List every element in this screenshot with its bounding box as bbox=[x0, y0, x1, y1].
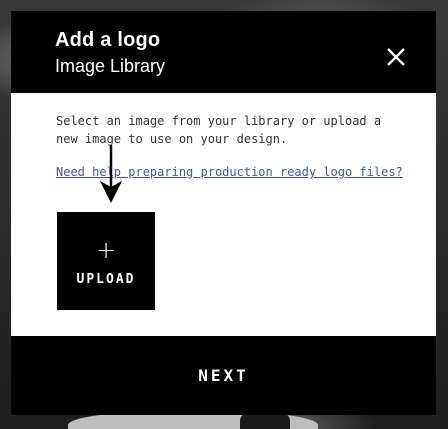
add-logo-modal: Add a logo Image Library Select an image… bbox=[11, 11, 436, 415]
modal-header: Add a logo Image Library bbox=[11, 11, 436, 93]
modal-subtitle: Image Library bbox=[55, 56, 166, 76]
modal-description: Select an image from your library or upl… bbox=[56, 114, 382, 146]
close-button[interactable] bbox=[386, 47, 406, 67]
modal-body: Select an image from your library or upl… bbox=[11, 93, 436, 310]
background-detail bbox=[240, 413, 290, 429]
close-icon bbox=[387, 48, 405, 66]
upload-button[interactable]: + UPLOAD bbox=[57, 212, 155, 310]
modal-title: Add a logo bbox=[55, 29, 161, 51]
next-button[interactable]: NEXT bbox=[11, 336, 436, 415]
plus-icon: + bbox=[95, 235, 117, 264]
arrow-down-icon bbox=[100, 145, 122, 203]
upload-label: UPLOAD bbox=[76, 271, 136, 287]
